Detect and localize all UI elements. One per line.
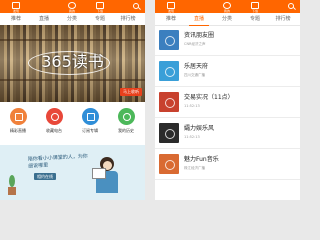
top-nav-discover[interactable]: 发现 xyxy=(2,2,30,13)
list-item[interactable]: 魅力Fun音乐 珠江经济广播 xyxy=(155,150,300,180)
favorite-icon xyxy=(45,108,63,125)
tab-live[interactable]: 直播 xyxy=(185,13,213,25)
subscribe-icon xyxy=(81,108,99,125)
top-bar: 发现 我的 下载 xyxy=(0,0,145,13)
screen-live: 发现 我的 下载 推荐 直播 分类 专题 排行榜 资讯朋友圈 CNR经济之声 乐… xyxy=(155,0,300,200)
station-thumbnail xyxy=(159,61,179,81)
quick-entry-row: 精彩直播 收藏电台 订阅专辑 我的历史 xyxy=(0,103,145,143)
promo-badge: 相约在线 xyxy=(34,173,56,180)
station-subtitle: CNR经济之声 xyxy=(184,42,206,46)
tab-topic[interactable]: 专题 xyxy=(86,13,114,25)
screen-home: 发现 我的 下载 推荐 直播 分类 专题 排行榜 365读书 马上收听 精彩直播 xyxy=(0,0,145,200)
station-title: 资讯朋友圈 xyxy=(184,32,215,39)
list-item[interactable]: 资讯朋友圈 CNR经济之声 xyxy=(155,26,300,56)
live-station-list: 资讯朋友圈 CNR经济之声 乐居天府 四川交通广播 交易实况（11点） 11:5… xyxy=(155,26,300,200)
banner-carousel[interactable]: 365读书 马上收听 xyxy=(0,25,145,102)
download-icon xyxy=(96,2,104,9)
plant-illustration xyxy=(6,175,18,195)
search-icon[interactable] xyxy=(288,3,296,10)
tab-live[interactable]: 直播 xyxy=(30,13,58,25)
station-thumbnail xyxy=(159,123,179,143)
top-bar: 发现 我的 下载 xyxy=(155,0,300,13)
list-item[interactable]: 孀力娱乐风 11:52:13 xyxy=(155,119,300,149)
tab-recommend[interactable]: 推荐 xyxy=(157,13,185,25)
station-subtitle: 四川交通广播 xyxy=(184,73,205,77)
top-nav-mine[interactable]: 我的 xyxy=(213,2,241,13)
quick-entry-subscriptions[interactable]: 订阅专辑 xyxy=(72,108,108,133)
top-nav-discover[interactable]: 发现 xyxy=(157,2,185,13)
tab-recommend[interactable]: 推荐 xyxy=(2,13,30,25)
quick-entry-live[interactable]: 精彩直播 xyxy=(0,108,36,133)
station-subtitle: 珠江经济广播 xyxy=(184,166,205,170)
mine-icon xyxy=(68,2,76,9)
quick-entry-history[interactable]: 我的历史 xyxy=(108,108,144,133)
banner-title: 365读书 xyxy=(41,52,104,71)
station-title: 孀力娱乐风 xyxy=(184,125,215,132)
station-title: 乐居天府 xyxy=(184,63,209,70)
tab-category[interactable]: 分类 xyxy=(213,13,241,25)
search-icon[interactable] xyxy=(133,3,141,10)
station-subtitle: 11:52:13 xyxy=(184,104,200,108)
history-icon xyxy=(117,108,135,125)
mine-icon xyxy=(223,2,231,9)
station-subtitle: 11:52:13 xyxy=(184,135,200,139)
top-nav-mine[interactable]: 我的 xyxy=(58,2,86,13)
tab-ranking[interactable]: 排行榜 xyxy=(114,13,142,25)
station-title: 魅力Fun音乐 xyxy=(184,156,219,163)
discover-icon xyxy=(167,2,175,9)
station-thumbnail xyxy=(159,30,179,50)
top-nav-download[interactable]: 下载 xyxy=(86,2,114,13)
station-thumbnail xyxy=(159,92,179,112)
download-icon xyxy=(251,2,259,9)
tab-topic[interactable]: 专题 xyxy=(241,13,269,25)
discover-icon xyxy=(12,2,20,9)
tab-bar: 推荐 直播 分类 专题 排行榜 xyxy=(155,13,300,26)
station-thumbnail xyxy=(159,154,179,174)
live-icon xyxy=(9,108,27,125)
top-nav-download[interactable]: 下载 xyxy=(241,2,269,13)
reader-illustration xyxy=(88,151,128,200)
promo-text: 陪你看小小课堂的人，为你细说哪里 xyxy=(27,153,88,170)
station-title: 交易实况（11点） xyxy=(184,94,234,101)
list-item[interactable]: 乐居天府 四川交通广播 xyxy=(155,57,300,87)
list-item[interactable]: 交易实况（11点） 11:52:13 xyxy=(155,88,300,118)
tab-category[interactable]: 分类 xyxy=(58,13,86,25)
quick-entry-favorites[interactable]: 收藏电台 xyxy=(36,108,72,133)
promo-banner[interactable]: 陪你看小小课堂的人，为你细说哪里 相约在线 xyxy=(0,145,145,200)
tab-ranking[interactable]: 排行榜 xyxy=(269,13,297,25)
banner-listen-button[interactable]: 马上收听 xyxy=(120,88,142,96)
